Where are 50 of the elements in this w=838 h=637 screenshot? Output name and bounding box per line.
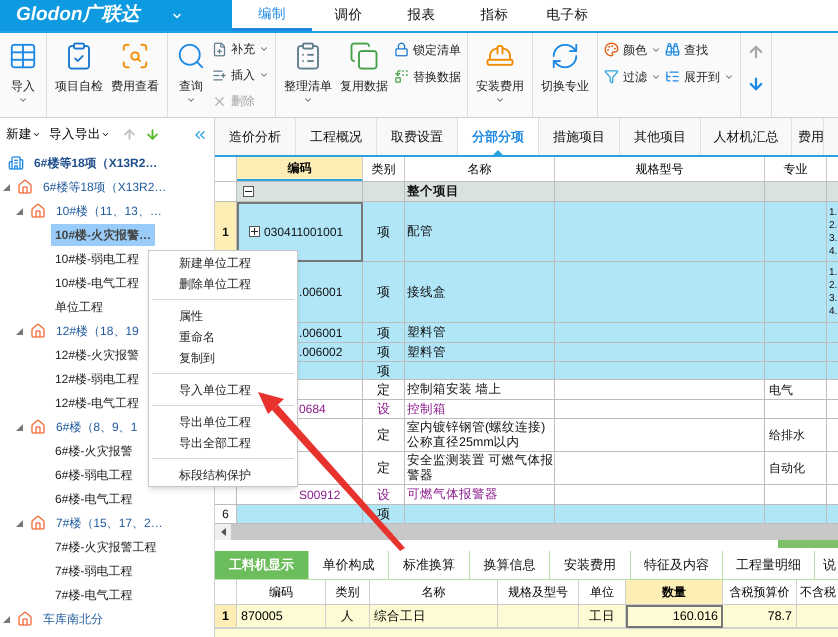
specialty: 给排水 (769, 427, 805, 444)
table-cell-text: 人 (341, 608, 354, 625)
item-type: 定 (377, 459, 390, 478)
item-name: 安全监测装置 可燃气体报警器 (407, 453, 554, 483)
feature-list: 1. 2. 3. 4. (829, 206, 838, 258)
column-header: 规格型号 (555, 157, 765, 181)
item-type: 项 (377, 362, 390, 380)
item-type: 项 (377, 283, 390, 302)
item-type: 设 (377, 486, 390, 504)
specialty: 电气 (769, 382, 793, 398)
item-name: 塑料管 (407, 344, 446, 360)
item-type: 项 (377, 343, 390, 362)
column-header: 类别 (363, 157, 405, 181)
specialty: 自动化 (769, 460, 805, 477)
item-type: 项 (377, 505, 390, 524)
column-header: 名称 (405, 157, 555, 181)
item-type: 定 (377, 426, 390, 444)
table-cell-text: 工日 (589, 608, 615, 625)
column-header: 类别 (326, 580, 370, 604)
item-code: 0684 (299, 401, 326, 418)
column-header: 编码 (237, 157, 363, 181)
item-name: 配管 (407, 224, 433, 239)
item-code: .006001 (299, 324, 342, 342)
column-header: 规格及型号 (498, 580, 579, 604)
table-cell-text: 综合工日 (374, 608, 426, 625)
item-name: 可燃气体报警器 (407, 487, 498, 502)
column-header: 名称 (370, 580, 498, 604)
feature-list: 1. 2. 3. 4. (829, 266, 838, 318)
item-code: S00912 (299, 486, 340, 504)
item-name: 控制箱 (407, 402, 446, 416)
item-type: 设 (377, 400, 390, 418)
item-type: 项 (377, 222, 390, 241)
item-code: 030411001001 (264, 224, 344, 240)
item-name: 接线盒 (407, 284, 446, 300)
column-header: 不含税 (797, 580, 838, 604)
item-type: 定 (377, 380, 390, 399)
item-type: 项 (377, 324, 390, 342)
item-name: 室内镀锌钢管(螺纹连接) 公称直径25mm以内 (407, 420, 546, 450)
table-cell-text: 870005 (241, 608, 283, 625)
table-cell-text: 160.016 (672, 608, 718, 625)
item-code: .006001 (299, 284, 342, 301)
column-header: 含税预算价 (723, 580, 797, 604)
item-code: .006002 (299, 344, 342, 361)
table-cell-text: 78.7 (768, 608, 792, 625)
column-header: 数量 (626, 580, 723, 604)
column-header: 专业 (765, 157, 827, 181)
item-name: 整个项目 (407, 184, 459, 199)
column-header: 编码 (237, 580, 326, 604)
item-name: 塑料管 (407, 325, 446, 340)
item-name: 控制箱安装 墙上 (407, 382, 502, 397)
